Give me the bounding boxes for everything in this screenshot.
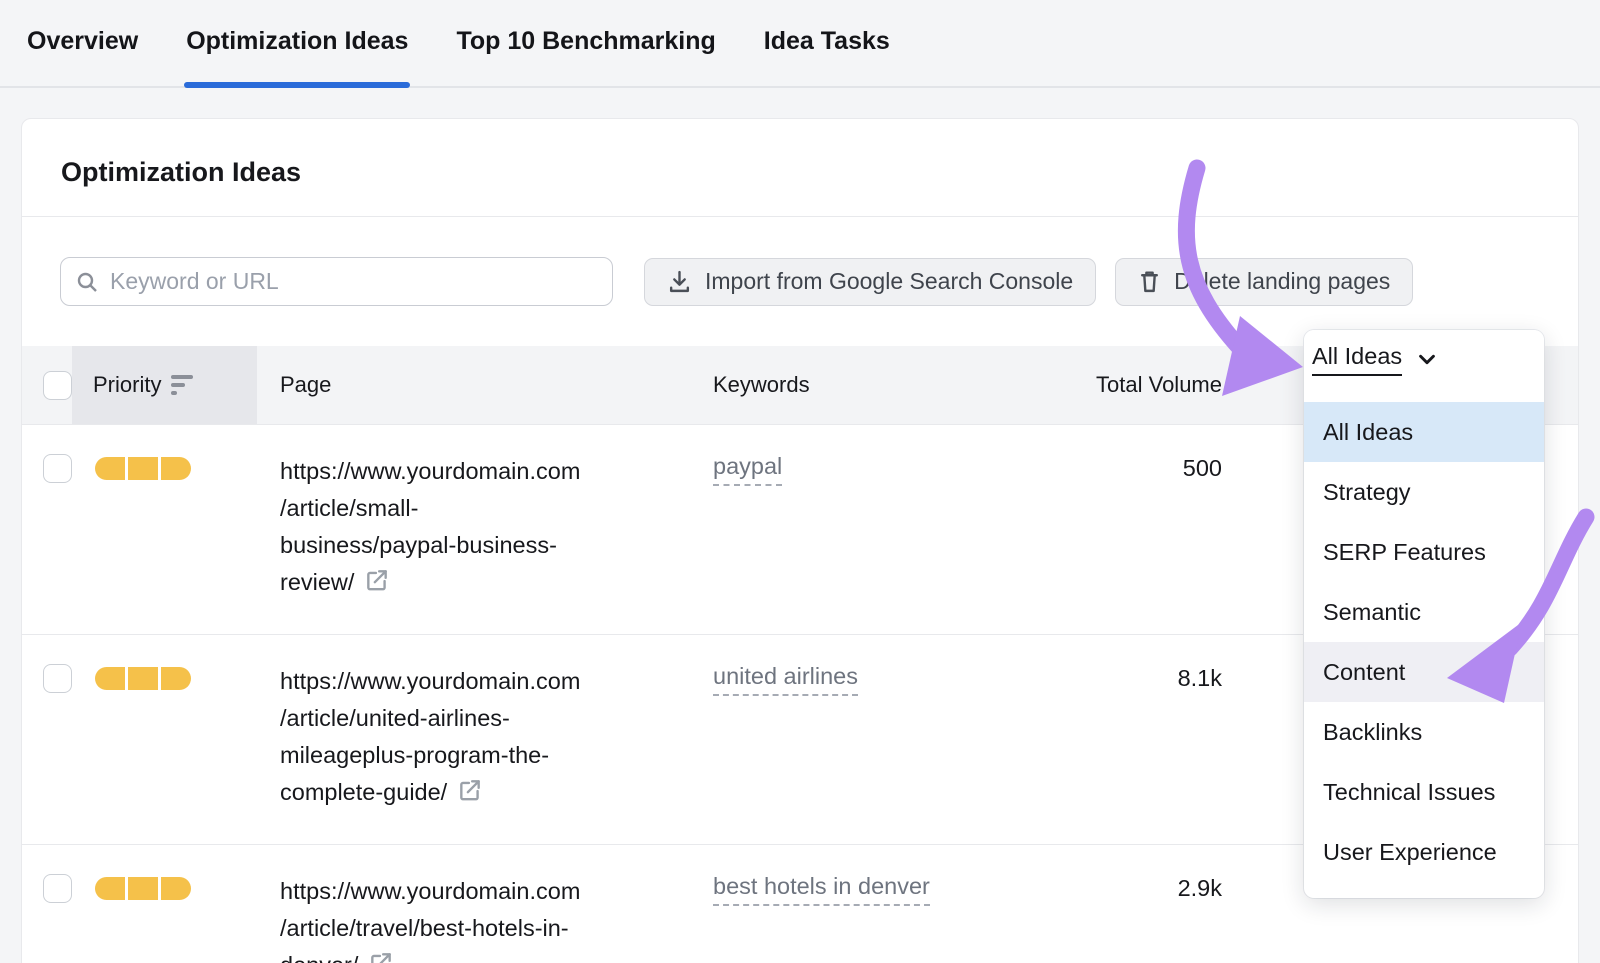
column-header-priority[interactable]: Priority [72,346,257,424]
external-link-icon[interactable] [457,777,483,814]
url-line: /article/travel/best-hotels-in- [280,910,692,947]
toolbar: Import from Google Search Console Delete… [22,217,1578,346]
tab-top-10-benchmarking[interactable]: Top 10 Benchmarking [456,27,715,86]
import-gsc-label: Import from Google Search Console [705,268,1073,295]
keyword-link[interactable]: best hotels in denver [713,873,930,906]
priority-indicator-high [72,457,257,480]
external-link-icon[interactable] [364,567,390,604]
page-url: https://www.yourdomain.com /article/smal… [257,453,692,604]
tab-bar: Overview Optimization Ideas Top 10 Bench… [0,0,1600,88]
column-header-page: Page [257,372,692,398]
row-checkbox[interactable] [43,874,72,903]
url-line: https://www.yourdomain.com [280,453,692,490]
chevron-down-icon [1416,348,1438,370]
ideas-filter-dropdown: All Ideas All Ideas Strategy SERP Featur… [1304,330,1544,898]
page-url: https://www.yourdomain.com /article/trav… [257,873,692,963]
search-box[interactable] [60,257,613,306]
row-checkbox[interactable] [43,454,72,483]
url-line: https://www.yourdomain.com [280,663,692,700]
filter-item-technical-issues[interactable]: Technical Issues [1304,762,1544,822]
tab-idea-tasks[interactable]: Idea Tasks [764,27,890,86]
trash-icon [1138,269,1161,294]
filter-item-serp-features[interactable]: SERP Features [1304,522,1544,582]
external-link-icon[interactable] [368,950,394,963]
priority-header-label: Priority [93,372,161,398]
tab-overview[interactable]: Overview [27,27,138,86]
column-header-keywords: Keywords [692,372,992,398]
filter-item-user-experience[interactable]: User Experience [1304,822,1544,882]
url-line: complete-guide/ [280,779,447,805]
url-line: mileageplus-program-the- [280,737,692,774]
filter-item-all-ideas[interactable]: All Ideas [1304,402,1544,462]
ideas-filter-trigger[interactable]: All Ideas [1304,330,1544,388]
search-input[interactable] [110,268,598,295]
tab-optimization-ideas[interactable]: Optimization Ideas [186,27,408,86]
url-line: /article/small- [280,490,692,527]
import-gsc-button[interactable]: Import from Google Search Console [644,258,1096,306]
priority-indicator-high [72,877,257,900]
row-checkbox[interactable] [43,664,72,693]
total-volume-value: 8.1k [992,663,1222,692]
keyword-link[interactable]: paypal [713,453,782,486]
download-icon [667,269,692,294]
filter-item-strategy[interactable]: Strategy [1304,462,1544,522]
delete-landing-pages-button[interactable]: Delete landing pages [1115,258,1413,306]
keyword-link[interactable]: united airlines [713,663,858,696]
total-volume-value: 500 [992,453,1222,482]
page-url: https://www.yourdomain.com /article/unit… [257,663,692,814]
priority-indicator-high [72,667,257,690]
url-line: /article/united-airlines- [280,700,692,737]
url-line: business/paypal-business- [280,527,692,564]
ideas-filter-menu: All Ideas Strategy SERP Features Semanti… [1304,388,1544,898]
url-line: https://www.yourdomain.com [280,873,692,910]
sort-descending-icon [171,375,193,395]
url-line: review/ [280,569,354,595]
total-volume-value: 2.9k [992,873,1222,902]
filter-item-backlinks[interactable]: Backlinks [1304,702,1544,762]
url-line: denver/ [280,952,358,963]
delete-landing-pages-label: Delete landing pages [1174,268,1390,295]
select-all-checkbox[interactable] [43,371,72,400]
filter-item-semantic[interactable]: Semantic [1304,582,1544,642]
ideas-filter-trigger-label: All Ideas [1312,343,1402,376]
column-header-total-volume[interactable]: Total Volume [992,372,1222,398]
filter-item-content[interactable]: Content [1304,642,1544,702]
search-icon [75,270,99,294]
page-title: Optimization Ideas [22,119,1578,216]
